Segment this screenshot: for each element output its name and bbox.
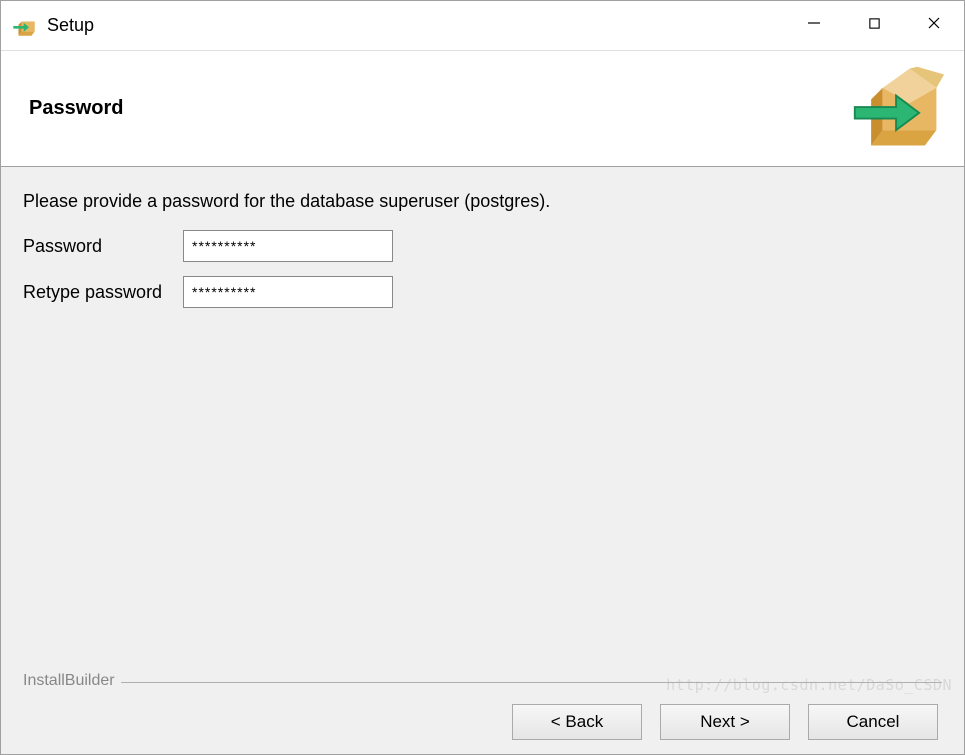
minimize-button[interactable] bbox=[784, 1, 844, 45]
back-button[interactable]: < Back bbox=[512, 704, 642, 740]
titlebar: Setup bbox=[1, 1, 964, 51]
app-icon bbox=[11, 12, 39, 40]
password-row: Password bbox=[23, 230, 942, 262]
window-controls bbox=[784, 1, 964, 50]
installer-brand: InstallBuilder bbox=[23, 672, 121, 690]
setup-window: Setup Password bbox=[0, 0, 965, 755]
footer-divider: InstallBuilder bbox=[23, 672, 942, 688]
window-title: Setup bbox=[47, 15, 784, 36]
password-input[interactable] bbox=[183, 230, 393, 262]
wizard-content: Please provide a password for the databa… bbox=[1, 167, 964, 754]
page-title: Password bbox=[29, 97, 848, 120]
maximize-button[interactable] bbox=[844, 1, 904, 45]
cancel-button[interactable]: Cancel bbox=[808, 704, 938, 740]
next-button[interactable]: Next > bbox=[660, 704, 790, 740]
retype-password-row: Retype password bbox=[23, 276, 942, 308]
box-arrow-icon bbox=[848, 59, 948, 159]
button-row: < Back Next > Cancel bbox=[23, 696, 942, 744]
instruction-text: Please provide a password for the databa… bbox=[23, 191, 942, 212]
wizard-header: Password bbox=[1, 51, 964, 167]
password-label: Password bbox=[23, 236, 183, 257]
retype-password-input[interactable] bbox=[183, 276, 393, 308]
retype-password-label: Retype password bbox=[23, 282, 183, 303]
close-button[interactable] bbox=[904, 1, 964, 45]
wizard-footer: InstallBuilder < Back Next > Cancel bbox=[23, 672, 942, 744]
